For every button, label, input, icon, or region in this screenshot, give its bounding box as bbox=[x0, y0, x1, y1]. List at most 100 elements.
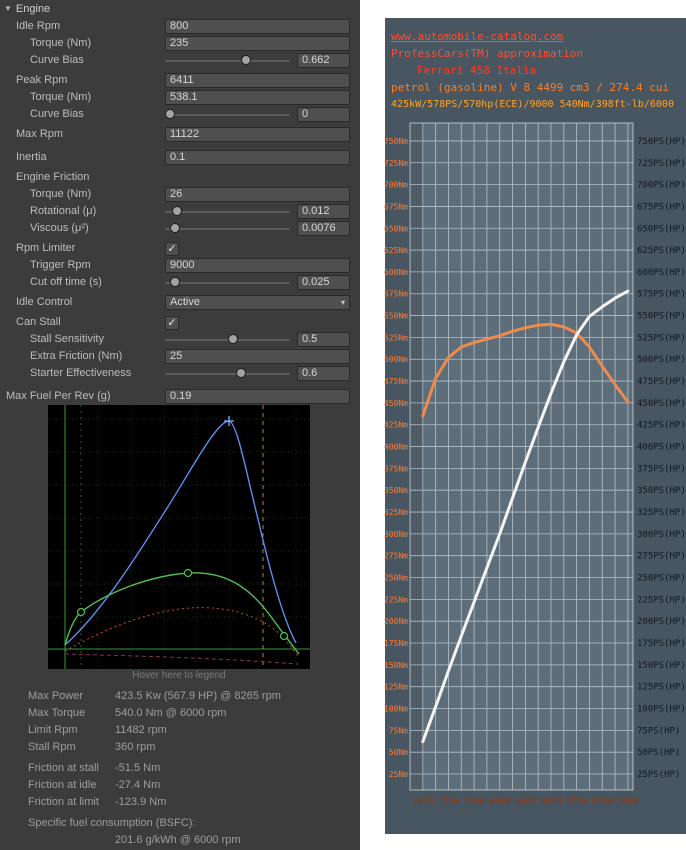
can-stall-checkbox[interactable]: ✓ bbox=[165, 315, 179, 330]
peak-curve-bias-slider[interactable] bbox=[165, 107, 290, 122]
y-tick-left: 175Nm bbox=[384, 639, 408, 648]
viscous-slider[interactable] bbox=[165, 221, 290, 236]
y-tick-left: 675Nm bbox=[384, 202, 408, 211]
engine-friction-label: Engine Friction bbox=[16, 171, 90, 183]
can-stall-label: Can Stall bbox=[16, 316, 61, 328]
stat-label: Friction at idle bbox=[28, 779, 97, 791]
y-tick-right: 100PS(HP) bbox=[637, 705, 686, 715]
peak-curve-bias-value-field[interactable]: 0 bbox=[297, 107, 350, 122]
y-tick-left: 150Nm bbox=[384, 661, 408, 670]
y-tick-right: 75PS(HP) bbox=[637, 726, 680, 736]
max-fuel-per-rev-field[interactable]: 0.19 bbox=[165, 389, 350, 404]
y-tick-right: 225PS(HP) bbox=[637, 595, 686, 605]
x-tick: 2000 bbox=[438, 797, 460, 807]
viscous-value-field[interactable]: 0.0076 bbox=[297, 221, 350, 236]
inspector-stats: Max Power 423.5 Kw (567.9 HP) @ 8265 rpm M… bbox=[0, 689, 360, 850]
idle-curve-bias-label: Curve Bias bbox=[30, 54, 84, 66]
max-rpm-row: Max Rpm 11122 bbox=[0, 126, 360, 143]
peak-curve-bias-slider-knob[interactable] bbox=[165, 109, 175, 119]
starter-effectiveness-slider[interactable] bbox=[165, 366, 290, 381]
cut-off-time-label: Cut off time (s) bbox=[30, 276, 102, 288]
rpm-limiter-checkbox[interactable]: ✓ bbox=[165, 241, 179, 256]
y-tick-right: 25PS(HP) bbox=[637, 770, 680, 780]
rotational-slider-knob[interactable] bbox=[171, 206, 182, 216]
y-tick-right: 425PS(HP) bbox=[637, 421, 686, 431]
graph-background bbox=[48, 405, 310, 669]
graph-legend-hint: Hover here to legend bbox=[132, 670, 226, 681]
trigger-rpm-label: Trigger Rpm bbox=[30, 259, 91, 271]
max-rpm-field[interactable]: 11122 bbox=[165, 127, 350, 142]
y-tick-right: 550PS(HP) bbox=[637, 312, 686, 322]
y-tick-right: 125PS(HP) bbox=[637, 683, 686, 693]
friction-torque-field[interactable]: 26 bbox=[165, 187, 350, 202]
x-tick: 9000 bbox=[617, 797, 639, 807]
rotational-slider[interactable] bbox=[165, 204, 290, 219]
starter-effectiveness-control: 0.6 bbox=[165, 366, 350, 381]
inertia-field[interactable]: 0.1 bbox=[165, 150, 350, 165]
stall-sensitivity-slider-knob[interactable] bbox=[228, 334, 239, 344]
y-tick-left: 425Nm bbox=[384, 421, 408, 430]
starter-effectiveness-value-field[interactable]: 0.6 bbox=[297, 366, 350, 381]
x-tick: 5000 bbox=[515, 797, 537, 807]
stall-sensitivity-value-field[interactable]: 0.5 bbox=[297, 332, 350, 347]
peak-curve-bias-label: Curve Bias bbox=[30, 108, 84, 120]
rotational-label: Rotational (μ) bbox=[30, 205, 97, 217]
cut-off-time-value-field[interactable]: 0.025 bbox=[297, 275, 350, 290]
peak-rpm-field[interactable]: 6411 bbox=[165, 73, 350, 88]
idle-curve-bias-slider[interactable] bbox=[165, 53, 290, 68]
peak-rpm-control: 6411 bbox=[165, 73, 350, 88]
stat-label: Friction at limit bbox=[28, 796, 99, 808]
plot-area bbox=[410, 123, 633, 790]
rotational-value-field[interactable]: 0.012 bbox=[297, 204, 350, 219]
y-tick-right: 475PS(HP) bbox=[637, 377, 686, 387]
starter-effectiveness-slider-knob[interactable] bbox=[236, 368, 247, 378]
engine-curves-graph[interactable] bbox=[48, 405, 310, 669]
stat-row: Friction at idle -27.4 Nm bbox=[0, 778, 360, 795]
y-tick-left: 500Nm bbox=[384, 355, 408, 364]
cut-off-time-slider[interactable] bbox=[165, 275, 290, 290]
rpm-limiter-control: ✓ bbox=[165, 241, 350, 256]
stat-value: -27.4 Nm bbox=[115, 779, 161, 791]
y-tick-right: 750PS(HP) bbox=[637, 137, 686, 147]
y-tick-right: 700PS(HP) bbox=[637, 181, 686, 191]
inertia-label: Inertia bbox=[16, 151, 47, 163]
y-tick-left: 200Nm bbox=[384, 617, 408, 626]
idle-control-dropdown[interactable]: Active ▾ bbox=[165, 295, 350, 310]
y-tick-left: 400Nm bbox=[384, 443, 408, 452]
peak-torque-control: 538.1 bbox=[165, 90, 350, 105]
y-tick-left: 475Nm bbox=[384, 377, 408, 386]
foldout-triangle-icon: ▼ bbox=[4, 4, 12, 13]
extra-friction-field[interactable]: 25 bbox=[165, 349, 350, 364]
stat-row: Specific fuel consumption (BSFC): bbox=[0, 816, 360, 833]
engine-foldout[interactable]: ▼ Engine bbox=[0, 0, 360, 18]
idle-curve-bias-value-field[interactable]: 0.662 bbox=[297, 53, 350, 68]
viscous-slider-knob[interactable] bbox=[169, 223, 180, 233]
engine-inspector-panel: ▼ Engine Idle Rpm 800 Torque (Nm) 235 Curve B… bbox=[0, 0, 360, 850]
y-tick-left: 225Nm bbox=[384, 595, 408, 604]
x-tick: 6000 bbox=[540, 797, 562, 807]
inspector-rows: Idle Rpm 800 Torque (Nm) 235 Curve Bias 0.662… bbox=[0, 18, 360, 405]
idle-rpm-field[interactable]: 800 bbox=[165, 19, 350, 34]
stat-label: Max Torque bbox=[28, 707, 86, 719]
friction-torque-row: Torque (Nm) 26 bbox=[0, 186, 360, 203]
engine-curves-plot bbox=[48, 405, 310, 669]
stat-label: Stall Rpm bbox=[28, 741, 76, 753]
trigger-rpm-field[interactable]: 9000 bbox=[165, 258, 350, 273]
peak-torque-field[interactable]: 538.1 bbox=[165, 90, 350, 105]
x-tick: 3000 bbox=[463, 797, 485, 807]
y-tick-right: 675PS(HP) bbox=[637, 202, 686, 212]
idle-curve-bias-row: Curve Bias 0.662 bbox=[0, 52, 360, 69]
y-tick-right: 575PS(HP) bbox=[637, 290, 686, 300]
stat-row: Max Power 423.5 Kw (567.9 HP) @ 8265 rpm bbox=[0, 689, 360, 706]
stall-sensitivity-slider[interactable] bbox=[165, 332, 290, 347]
y-tick-left: 750Nm bbox=[384, 137, 408, 146]
stat-row: Friction at limit -123.9 Nm bbox=[0, 795, 360, 812]
stat-label: Friction at stall bbox=[28, 762, 99, 774]
idle-rpm-control: 800 bbox=[165, 19, 350, 34]
trigger-rpm-control: 9000 bbox=[165, 258, 350, 273]
idle-curve-bias-slider-knob[interactable] bbox=[240, 55, 251, 65]
stat-label: Specific fuel consumption (BSFC): bbox=[28, 817, 196, 829]
idle-torque-field[interactable]: 235 bbox=[165, 36, 350, 51]
cut-off-time-slider-knob[interactable] bbox=[169, 277, 180, 287]
dropdown-arrow-icon: ▾ bbox=[340, 298, 345, 307]
